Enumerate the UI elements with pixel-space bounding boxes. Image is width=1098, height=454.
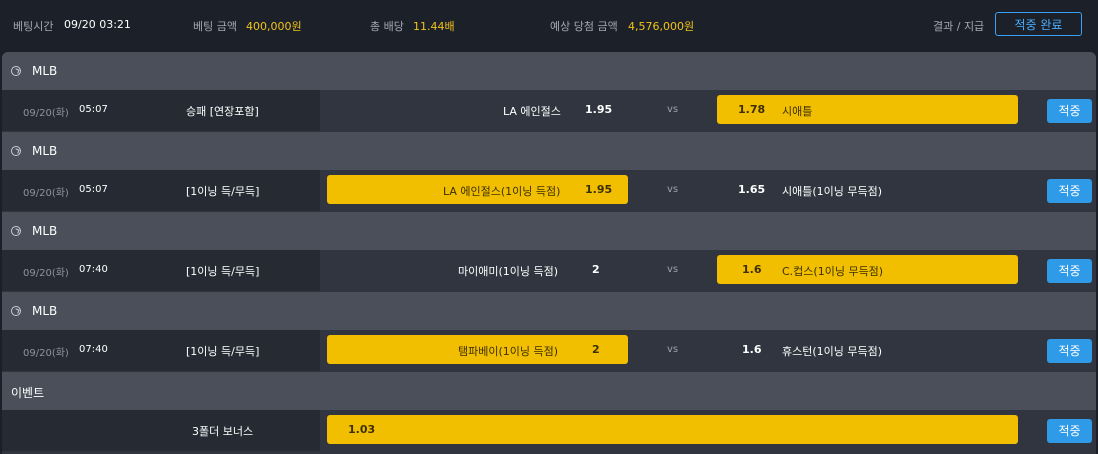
home-selection <box>325 95 627 124</box>
league-name: MLB <box>32 144 58 158</box>
result-label: 결과 / 지급 <box>933 20 985 33</box>
baseball-icon <box>11 226 21 236</box>
home-team-name: LA 에인절스(1이닝 득점) <box>443 185 561 198</box>
bet-info: 09/20(화) 05:07 승패 [연장포함] <box>2 90 320 131</box>
away-team-name: 시애틀(1이닝 무득점) <box>782 185 883 198</box>
away-odds: 1.6 <box>742 343 762 356</box>
bet-type: [1이닝 득/무득] <box>186 265 260 278</box>
match-date: 09/20(화) <box>23 188 69 199</box>
home-odds: 2 <box>592 343 600 356</box>
away-odds: 1.6 <box>742 263 762 276</box>
away-team-name: 휴스턴(1이닝 무득점) <box>782 345 883 358</box>
bet-time-value: 09/20 03:21 <box>64 18 131 31</box>
event-header: 이벤트 <box>2 372 1096 410</box>
league-header: MLB <box>2 212 1096 250</box>
bet-info: 09/20(화) 07:40 [1이닝 득/무득] <box>2 250 320 291</box>
event-row: 3폴더 보너스 1.03 적중 <box>2 410 1096 451</box>
match-date: 09/20(화) <box>23 108 69 119</box>
match-time: 07:40 <box>79 264 108 275</box>
away-team-name: 시애틀 <box>782 105 813 118</box>
versus-label: vs <box>667 184 679 195</box>
bet-info: 09/20(화) 07:40 [1이닝 득/무득] <box>2 330 320 371</box>
bet-slip-panel: MLB 09/20(화) 05:07 승패 [연장포함] LA 에인절스 1.9… <box>2 52 1096 454</box>
match-time: 07:40 <box>79 344 108 355</box>
match-time: 05:07 <box>79 104 108 115</box>
league-name: MLB <box>32 304 58 318</box>
baseball-icon <box>11 66 21 76</box>
total-odds-label: 총 배당 <box>370 20 404 33</box>
home-team-name: LA 에인절스 <box>503 105 561 118</box>
match-date: 09/20(화) <box>23 268 69 279</box>
bet-type: 승패 [연장포함] <box>186 105 259 118</box>
event-bet-type: 3폴더 보너스 <box>192 425 254 438</box>
match-date: 09/20(화) <box>23 348 69 359</box>
league-name: MLB <box>32 64 58 78</box>
away-odds: 1.78 <box>738 103 766 116</box>
hit-status-button[interactable]: 적중 <box>1047 259 1092 283</box>
bet-type: [1이닝 득/무득] <box>186 185 260 198</box>
versus-label: vs <box>667 344 679 355</box>
event-selection-selected <box>327 415 1018 444</box>
hit-status-button[interactable]: 적중 <box>1047 99 1092 123</box>
hit-status-button[interactable]: 적중 <box>1047 179 1092 203</box>
away-odds: 1.65 <box>738 183 766 196</box>
expected-win-label: 예상 당첨 금액 <box>550 20 618 33</box>
bet-row: 09/20(화) 05:07 승패 [연장포함] LA 에인절스 1.95 vs… <box>2 90 1096 131</box>
league-header: MLB <box>2 52 1096 90</box>
home-odds: 2 <box>592 263 600 276</box>
event-title: 이벤트 <box>11 386 45 400</box>
league-name: MLB <box>32 224 58 238</box>
bet-type: [1이닝 득/무득] <box>186 345 260 358</box>
home-team-name: 마이애미(1이닝 득점) <box>458 265 559 278</box>
home-team-name: 탬파베이(1이닝 득점) <box>458 345 559 358</box>
baseball-icon <box>11 146 21 156</box>
bet-amount-value: 400,000원 <box>246 20 302 33</box>
versus-label: vs <box>667 104 679 115</box>
hit-status-button[interactable]: 적중 <box>1047 339 1092 363</box>
bet-amount-label: 베팅 금액 <box>193 20 237 33</box>
bet-time-label: 베팅시간 <box>13 20 54 33</box>
home-odds: 1.95 <box>585 103 613 116</box>
result-complete-button[interactable]: 적중 완료 <box>995 12 1082 36</box>
versus-label: vs <box>667 264 679 275</box>
bet-row: 09/20(화) 07:40 [1이닝 득/무득] 탬파베이(1이닝 득점) 2… <box>2 330 1096 371</box>
bet-summary-header: 베팅시간 09/20 03:21 베팅 금액 400,000원 총 배당 11.… <box>0 0 1098 50</box>
event-odds: 1.03 <box>348 423 376 436</box>
bet-info: 09/20(화) 05:07 [1이닝 득/무득] <box>2 170 320 211</box>
away-team-name: C.컵스(1이닝 무득점) <box>782 265 884 278</box>
expected-win-value: 4,576,000원 <box>628 20 695 33</box>
bet-row: 09/20(화) 05:07 [1이닝 득/무득] LA 에인절스(1이닝 득점… <box>2 170 1096 211</box>
league-header: MLB <box>2 292 1096 330</box>
league-header: MLB <box>2 132 1096 170</box>
home-odds: 1.95 <box>585 183 613 196</box>
match-time: 05:07 <box>79 184 108 195</box>
bet-row: 09/20(화) 07:40 [1이닝 득/무득] 마이애미(1이닝 득점) 2… <box>2 250 1096 291</box>
total-odds-value: 11.44배 <box>413 20 455 33</box>
baseball-icon <box>11 306 21 316</box>
event-info: 3폴더 보너스 <box>2 410 320 451</box>
hit-status-button[interactable]: 적중 <box>1047 419 1092 443</box>
